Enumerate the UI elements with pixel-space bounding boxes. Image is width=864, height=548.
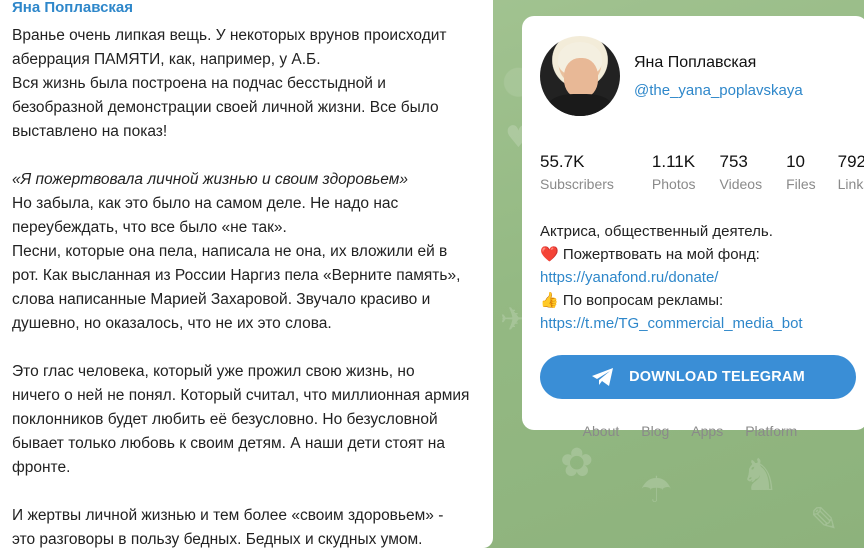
stat-label: Files bbox=[786, 176, 816, 192]
channel-stats: 55.7K Subscribers 1.11K Photos 753 Video… bbox=[540, 152, 864, 194]
channel-header: Яна Поплавская @the_yana_poplavskaya bbox=[540, 36, 850, 116]
message-line: Песни, которые она пела, написала не она… bbox=[12, 243, 448, 260]
description-line: ❤️ Пожертвовать на мой фонд: bbox=[540, 243, 850, 266]
message-line: душевно, но оказалось, что не их это сло… bbox=[12, 315, 332, 332]
background-doodle-icon: ✎ bbox=[810, 500, 839, 540]
stat-photos: 1.11K Photos bbox=[652, 152, 696, 194]
channel-message: Яна Поплавская Вранье очень липкая вещь.… bbox=[0, 0, 493, 548]
message-paragraph-1: Вранье очень липкая вещь. У некоторых вр… bbox=[12, 24, 479, 144]
stat-value: 792 bbox=[837, 152, 864, 171]
message-line: это разговоры в пользу бедных. Бедных и … bbox=[12, 531, 423, 548]
message-line: И жертвы личной жизнью и тем более «свои… bbox=[12, 507, 444, 524]
message-line: поклонников будет любить её безусловно. … bbox=[12, 411, 438, 428]
ads-bot-link[interactable]: https://t.me/TG_commercial_media_bot bbox=[540, 315, 803, 332]
thumbs-up-icon: 👍 bbox=[540, 292, 559, 309]
message-line: Но забыла, как это было на самом деле. Н… bbox=[12, 195, 399, 212]
description-text: Пожертвовать на мой фонд: bbox=[562, 246, 760, 263]
channel-name: Яна Поплавская bbox=[634, 54, 757, 71]
message-quote: «Я пожертвовала личной жизнью и своим зд… bbox=[12, 171, 408, 188]
stat-label: Photos bbox=[651, 176, 696, 192]
stat-value: 753 bbox=[719, 152, 748, 171]
channel-handle-link[interactable]: @the_yana_poplavskaya bbox=[634, 80, 803, 102]
stat-label: Subscribers bbox=[540, 176, 614, 192]
message-line: Вранье очень липкая вещь. У некоторых вр… bbox=[12, 27, 447, 44]
stat-label: Links bbox=[837, 176, 864, 192]
message-line: безобразной демонстрации своей личной жи… bbox=[12, 99, 439, 116]
channel-avatar[interactable] bbox=[540, 36, 620, 116]
description-line: 👍 По вопросам рекламы: bbox=[540, 289, 850, 312]
message-line: фронте. bbox=[12, 459, 71, 476]
footer-nav: About Blog Apps Platform bbox=[530, 423, 850, 439]
message-line: Вся жизнь была построена на подчас бесст… bbox=[12, 75, 386, 92]
message-line: переубеждать, что все было «не так». bbox=[12, 219, 287, 236]
background-doodle-icon: ☂ bbox=[640, 470, 673, 511]
message-line: бывает только любовь к своим детям. А на… bbox=[12, 435, 445, 452]
download-button-label: DOWNLOAD TELEGRAM bbox=[629, 369, 805, 385]
telegram-plane-icon bbox=[592, 368, 614, 386]
message-line: выставлено на показ! bbox=[12, 123, 168, 140]
heart-icon: ❤️ bbox=[540, 246, 559, 263]
stat-files: 10 Files bbox=[786, 152, 816, 194]
stat-value: 55.7K bbox=[540, 152, 585, 171]
footer-link-about[interactable]: About bbox=[583, 423, 620, 439]
message-line: аберрация ПАМЯТИ, как, например, у А.Б. bbox=[12, 51, 321, 68]
stat-value: 10 bbox=[786, 152, 805, 171]
footer-link-apps[interactable]: Apps bbox=[691, 423, 723, 439]
background-doodle-icon: ✿ bbox=[560, 440, 594, 486]
message-line: слова написанные Марией Захаровой. Звуча… bbox=[12, 291, 431, 308]
stat-subscribers: 55.7K Subscribers bbox=[540, 152, 614, 194]
channel-info-card: Яна Поплавская @the_yana_poplavskaya 55.… bbox=[522, 16, 864, 439]
message-line: ничего о ней не понял. Который считал, ч… bbox=[12, 387, 470, 404]
message-line: Это глас человека, который уже прожил св… bbox=[12, 363, 415, 380]
description-line: Актриса, общественный деятель. bbox=[540, 223, 773, 240]
message-line: рот. Как высланная из России Наргиз пела… bbox=[12, 267, 461, 284]
background-doodle-icon: ♞ bbox=[740, 450, 780, 501]
message-paragraph-4: И жертвы личной жизнью и тем более «свои… bbox=[12, 504, 479, 548]
stat-label: Videos bbox=[719, 176, 763, 192]
stat-videos: 753 Videos bbox=[720, 152, 763, 194]
stat-links: 792 Links bbox=[838, 152, 864, 194]
donate-link[interactable]: https://yanafond.ru/donate/ bbox=[540, 269, 718, 286]
message-author[interactable]: Яна Поплавская bbox=[12, 0, 479, 18]
footer-link-blog[interactable]: Blog bbox=[641, 423, 669, 439]
message-paragraph-3: Это глас человека, который уже прожил св… bbox=[12, 360, 479, 480]
description-text: По вопросам рекламы: bbox=[562, 292, 724, 309]
footer-link-platform[interactable]: Platform bbox=[745, 423, 797, 439]
channel-description: Актриса, общественный деятель. ❤️ Пожерт… bbox=[540, 220, 850, 335]
message-paragraph-2: «Я пожертвовала личной жизнью и своим зд… bbox=[12, 168, 479, 336]
stat-value: 1.11K bbox=[651, 152, 696, 171]
download-telegram-button[interactable]: DOWNLOAD TELEGRAM bbox=[540, 355, 856, 399]
